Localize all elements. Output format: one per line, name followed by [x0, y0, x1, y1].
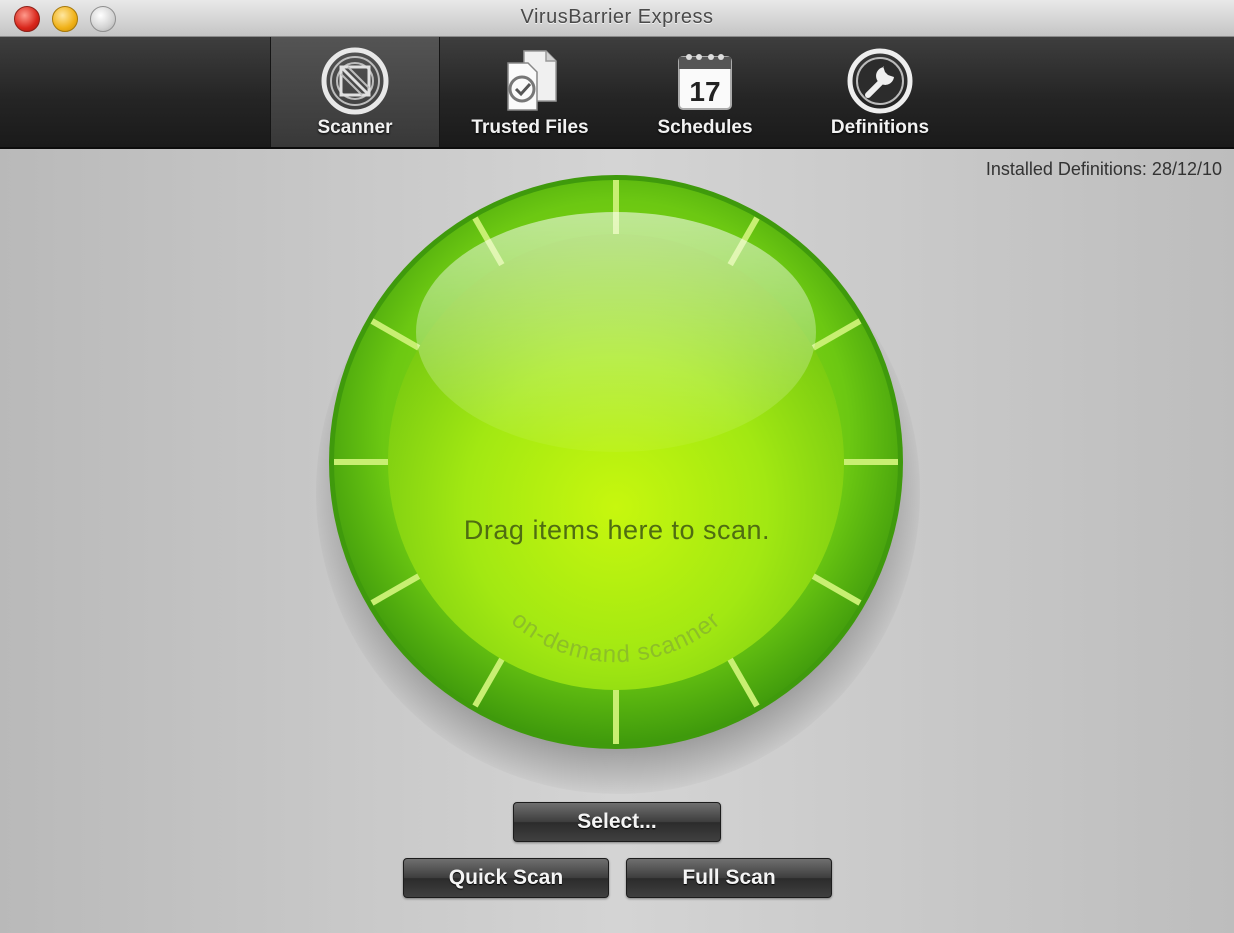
drop-zone-label: Drag items here to scan. — [463, 515, 771, 545]
definitions-status: Installed Definitions: 28/12/10 — [985, 159, 1222, 179]
select-button[interactable]: Select... — [513, 802, 721, 842]
toolbar-item-schedules[interactable]: 17 Schedules — [625, 37, 785, 147]
trusted-files-icon — [507, 50, 557, 111]
toolbar-item-definitions[interactable]: Definitions — [795, 37, 965, 147]
scanner-icon — [321, 47, 389, 115]
toolbar-label-schedules: Schedules — [657, 117, 753, 138]
quick-scan-button[interactable]: Quick Scan — [403, 858, 609, 898]
toolbar: Scanner Trusted Files 17 Schedules Defin… — [0, 37, 1234, 149]
toolbar-label-scanner: Scanner — [317, 117, 393, 138]
window-titlebar: VirusBarrier Express — [0, 0, 1234, 37]
toolbar-item-trusted-files[interactable]: Trusted Files — [445, 37, 615, 147]
full-scan-button[interactable]: Full Scan — [626, 858, 832, 898]
calendar-icon: 17 — [678, 54, 732, 110]
calendar-day: 17 — [689, 76, 720, 107]
toolbar-label-definitions: Definitions — [830, 117, 930, 138]
window-title: VirusBarrier Express — [520, 6, 714, 28]
definitions-icon — [847, 48, 913, 114]
scan-drop-zone[interactable]: on-demand scanner — [326, 172, 906, 752]
toolbar-label-trusted-files: Trusted Files — [471, 117, 589, 138]
toolbar-item-scanner[interactable]: Scanner — [270, 37, 440, 147]
